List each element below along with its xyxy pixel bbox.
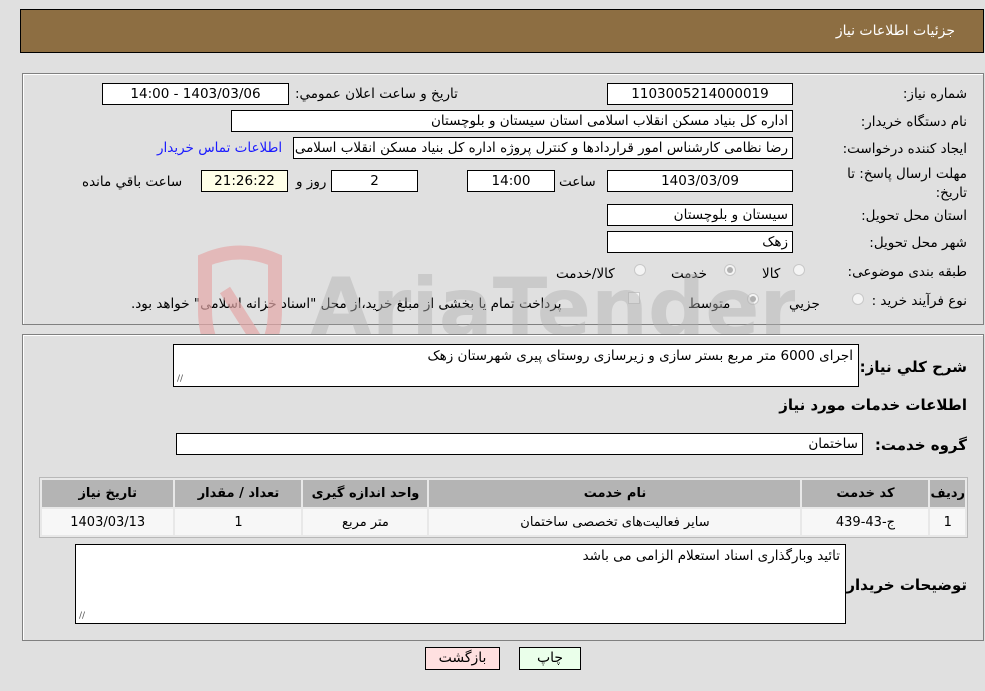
category-radio-service[interactable]	[724, 264, 736, 276]
description-textarea[interactable]: اجرای 6000 متر مربع بستر سازی و زیرسازی …	[173, 344, 859, 387]
requester-field[interactable]: رضا نظامی کارشناس امور قراردادها و کنترل…	[293, 137, 793, 159]
requester-label: ایجاد کننده درخواست:	[842, 141, 967, 157]
treasury-note: پرداخت تمام یا بخشی از مبلغ خرید،از محل …	[131, 296, 562, 312]
buyer-org-label: نام دستگاه خریدار:	[860, 114, 967, 130]
buyer-contact-link[interactable]: اطلاعات تماس خریدار	[157, 140, 282, 156]
print-button[interactable]: چاپ	[519, 647, 581, 670]
description-label: شرح كلي نياز:	[859, 358, 967, 376]
description-text: اجرای 6000 متر مربع بستر سازی و زیرسازی …	[427, 348, 853, 364]
service-group-field: ساختمان	[176, 433, 863, 455]
category-label: طبقه بندی موضوعی:	[847, 264, 967, 280]
col-row-number: ردیف	[930, 480, 965, 507]
purchase-type-label: نوع فرآیند خرید :	[871, 293, 967, 309]
category-option-service: خدمت	[671, 266, 707, 282]
purchase-option-medium: متوسط	[688, 296, 731, 312]
deadline-date-field[interactable]: 1403/03/09	[607, 170, 793, 192]
need-number-field[interactable]: 1103005214000019	[607, 83, 793, 105]
treasury-checkbox[interactable]	[628, 292, 640, 304]
table-row: 1 ج-43-439 سایر فعالیت‌های تخصصی ساختمان…	[42, 509, 965, 535]
buyer-notes-text: تائید وبارگذاری اسناد استعلام الزامی می …	[582, 548, 840, 564]
col-quantity: تعداد / مقدار	[175, 480, 302, 507]
back-button[interactable]: بازگشت	[425, 647, 500, 670]
purchase-radio-minor[interactable]	[852, 293, 864, 305]
cell-quantity: 1	[175, 509, 302, 535]
deadline-label: مهلت ارسال پاسخ: تا تاریخ:	[817, 165, 967, 203]
col-service-code: کد خدمت	[802, 480, 929, 507]
need-number-label: شماره نیاز:	[902, 86, 967, 102]
buyer-notes-textarea[interactable]: تائید وبارگذاری اسناد استعلام الزامی می …	[75, 544, 846, 624]
resize-grip-icon[interactable]: //	[177, 374, 183, 384]
announce-label: تاریخ و ساعت اعلان عمومي:	[295, 86, 458, 102]
deadline-time-field[interactable]: 14:00	[467, 170, 555, 192]
page-header: جزئیات اطلاعات نیاز	[20, 9, 984, 53]
buyer-org-field[interactable]: اداره کل بنیاد مسکن انقلاب اسلامی استان …	[231, 110, 793, 132]
cell-row-number: 1	[930, 509, 965, 535]
col-unit: واحد اندازه گیری	[303, 480, 428, 507]
deadline-label-text: مهلت ارسال پاسخ: تا تاریخ:	[847, 166, 967, 201]
city-field[interactable]: زهک	[607, 231, 793, 253]
city-label: شهر محل تحویل:	[869, 235, 967, 251]
time-remaining-field: 21:26:22	[201, 170, 288, 192]
purchase-radio-medium[interactable]	[747, 293, 759, 305]
days-remaining-field: 2	[331, 170, 418, 192]
category-option-goods: کالا	[762, 266, 781, 282]
category-radio-goods-service[interactable]	[634, 264, 646, 276]
time-remaining-label: ساعت باقي مانده	[82, 174, 183, 190]
cell-unit: متر مربع	[303, 509, 428, 535]
category-option-goods-service: کالا/خدمت	[556, 266, 615, 282]
cell-service-name: سایر فعالیت‌های تخصصی ساختمان	[429, 509, 801, 535]
province-field[interactable]: سیستان و بلوچستان	[607, 204, 793, 226]
days-label: روز و	[296, 174, 327, 190]
col-service-name: نام خدمت	[429, 480, 801, 507]
cell-need-date: 1403/03/13	[42, 509, 174, 535]
cell-service-code: ج-43-439	[802, 509, 929, 535]
purchase-option-minor: جزيي	[789, 296, 820, 312]
col-need-date: تاریخ نیاز	[42, 480, 174, 507]
resize-grip-icon[interactable]: //	[79, 611, 85, 621]
services-section-title: اطلاعات خدمات مورد نیاز	[779, 396, 967, 414]
category-radio-goods[interactable]	[793, 264, 805, 276]
buyer-notes-label: توضیحات خریدار:	[840, 576, 967, 594]
deadline-time-label: ساعت	[559, 174, 596, 190]
announce-field[interactable]: 1403/03/06 - 14:00	[102, 83, 289, 105]
page-title: جزئیات اطلاعات نیاز	[835, 23, 955, 39]
table-header-row: ردیف کد خدمت نام خدمت واحد اندازه گیری ت…	[42, 480, 965, 507]
service-group-label: گروه خدمت:	[874, 436, 967, 454]
services-table: ردیف کد خدمت نام خدمت واحد اندازه گیری ت…	[39, 477, 968, 538]
province-label: استان محل تحویل:	[861, 208, 967, 224]
